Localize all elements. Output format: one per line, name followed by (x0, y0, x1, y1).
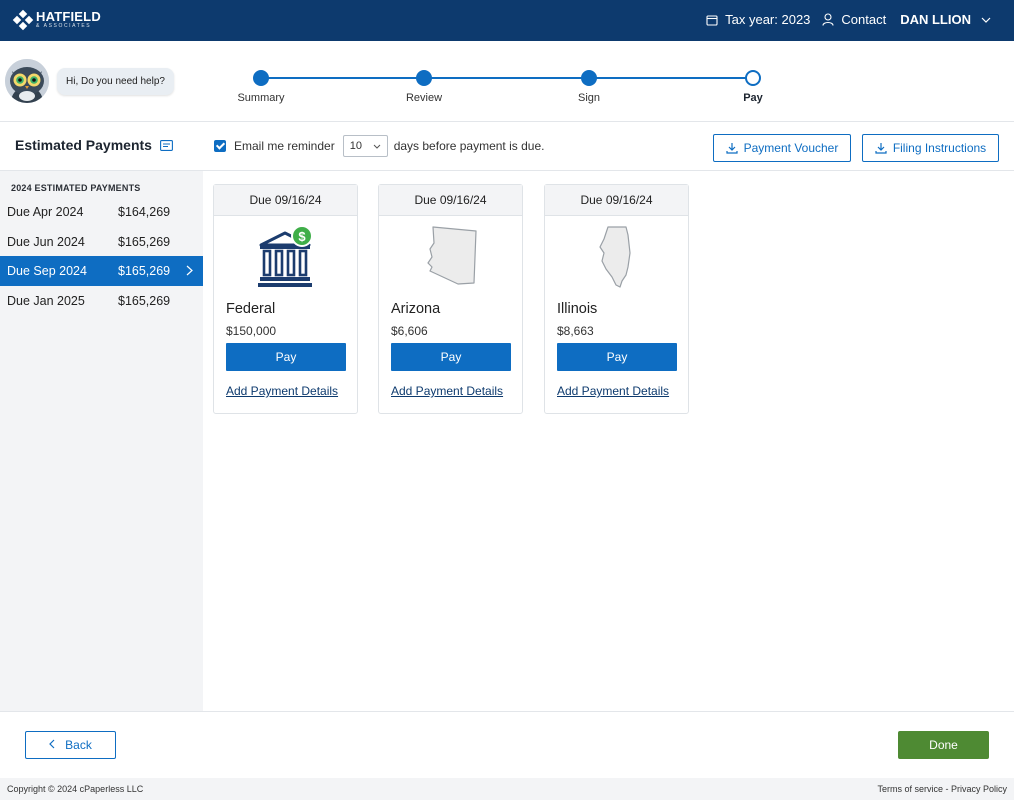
step-dot (581, 70, 597, 86)
payment-voucher-button[interactable]: Payment Voucher (713, 134, 851, 162)
reminder-checkbox[interactable] (214, 140, 226, 152)
payment-card-arizona: Due 09/16/24 Arizona $6,606 Pay Add Paym… (378, 184, 523, 414)
card-jurisdiction-name: Federal (226, 301, 276, 317)
brand-subtitle: & ASSOCIATES (36, 23, 92, 29)
pay-button[interactable]: Pay (391, 343, 511, 371)
pay-button[interactable]: Pay (226, 343, 346, 371)
chevron-right-icon (186, 265, 193, 276)
card-due-date: Due 09/16/24 (545, 185, 688, 216)
chevron-left-icon (49, 738, 55, 752)
copyright-text: Copyright © 2024 cPaperless LLC (7, 784, 144, 794)
card-jurisdiction-name: Illinois (557, 301, 598, 317)
add-payment-details-link[interactable]: Add Payment Details (557, 384, 669, 398)
sidebar-item-label: Due Sep 2024 (7, 264, 87, 278)
legal-links[interactable]: Terms of service - Privacy Policy (877, 784, 1007, 794)
filing-instructions-button[interactable]: Filing Instructions (862, 134, 999, 162)
add-payment-details-link[interactable]: Add Payment Details (391, 384, 503, 398)
filing-instructions-label: Filing Instructions (892, 141, 987, 155)
step-label: Review (405, 92, 443, 104)
brand-name: HATFIELD (36, 9, 101, 24)
calendar-icon (706, 14, 718, 26)
help-bubble[interactable]: Hi, Do you need help? (57, 67, 174, 95)
step-label: Summary (237, 92, 285, 104)
payments-sidebar: 2024 ESTIMATED PAYMENTS Due Apr 2024 $16… (0, 171, 203, 711)
sidebar-item-label: Due Apr 2024 (7, 205, 84, 219)
owl-avatar-icon (5, 59, 49, 103)
sidebar-item-amount: $165,269 (118, 264, 171, 278)
person-icon (822, 13, 834, 26)
card-amount: $150,000 (226, 324, 277, 338)
sidebar-heading: 2024 ESTIMATED PAYMENTS (11, 183, 141, 193)
step-review[interactable]: Review (384, 70, 464, 104)
stepper-line (260, 77, 760, 79)
done-button[interactable]: Done (898, 731, 989, 759)
download-icon (726, 143, 738, 154)
contact-link[interactable]: Contact (822, 12, 886, 27)
pay-button[interactable]: Pay (557, 343, 677, 371)
card-amount: $6,606 (391, 324, 428, 338)
tax-year-label: Tax year: 2023 (725, 12, 811, 27)
sidebar-item-jun-2024[interactable]: Due Jun 2024 $165,269 (0, 227, 203, 257)
payment-voucher-label: Payment Voucher (743, 141, 839, 155)
user-menu[interactable]: DAN LLION (900, 12, 971, 27)
logo-mark-icon (12, 9, 34, 30)
bank-icon: $ (257, 225, 313, 287)
divider (0, 711, 1014, 712)
step-label: Pay (743, 92, 763, 104)
illinois-map-icon (598, 226, 631, 288)
sidebar-item-jan-2025[interactable]: Due Jan 2025 $165,269 (0, 286, 203, 316)
step-pay[interactable]: Pay (713, 70, 793, 104)
sidebar-item-amount: $165,269 (118, 294, 171, 308)
help-assistant[interactable]: Hi, Do you need help? (5, 59, 174, 103)
chevron-down-icon (373, 144, 381, 149)
payment-card-federal: Due 09/16/24 $ Federal $150,000 Pay Add … (213, 184, 358, 414)
download-icon (875, 143, 887, 154)
sidebar-item-label: Due Jan 2025 (7, 294, 85, 308)
svg-text:$: $ (298, 229, 306, 244)
sidebar-item-apr-2024[interactable]: Due Apr 2024 $164,269 (0, 197, 203, 227)
step-label: Sign (577, 92, 601, 104)
reminder-suffix: days before payment is due. (393, 139, 545, 153)
tax-year-selector[interactable]: Tax year: 2023 (706, 12, 810, 27)
reminder-days-value: 10 (349, 140, 362, 152)
step-dot (253, 70, 269, 86)
sidebar-item-sep-2024[interactable]: Due Sep 2024 $165,269 (0, 256, 203, 286)
reminder-control: Email me reminder 10 days before payment… (214, 135, 544, 157)
notes-icon[interactable] (160, 139, 173, 151)
brand-logo[interactable]: HATFIELD & ASSOCIATES (12, 9, 101, 30)
sidebar-item-label: Due Jun 2024 (7, 235, 85, 249)
card-due-date: Due 09/16/24 (379, 185, 522, 216)
reminder-label: Email me reminder (234, 139, 335, 153)
contact-label: Contact (841, 12, 887, 27)
progress-stepper: Summary Review Sign Pay (230, 64, 790, 114)
back-button[interactable]: Back (25, 731, 116, 759)
section-title: Estimated Payments (15, 137, 173, 153)
back-label: Back (65, 738, 92, 752)
section-title-text: Estimated Payments (15, 137, 152, 153)
sidebar-item-amount: $164,269 (118, 205, 171, 219)
chevron-down-icon[interactable] (981, 17, 991, 23)
step-summary[interactable]: Summary (221, 70, 301, 104)
step-dot (416, 70, 432, 86)
card-jurisdiction-name: Arizona (391, 301, 441, 317)
step-dot-current (745, 70, 761, 86)
add-payment-details-link[interactable]: Add Payment Details (226, 384, 338, 398)
reminder-days-select[interactable]: 10 (342, 135, 388, 157)
step-sign[interactable]: Sign (549, 70, 629, 104)
card-amount: $8,663 (557, 324, 594, 338)
payment-card-illinois: Due 09/16/24 Illinois $8,663 Pay Add Pay… (544, 184, 689, 414)
top-bar: HATFIELD & ASSOCIATES Tax year: 2023 Con… (0, 0, 1014, 41)
sidebar-item-amount: $165,269 (118, 235, 171, 249)
page-footer: Copyright © 2024 cPaperless LLC Terms of… (0, 778, 1014, 800)
card-due-date: Due 09/16/24 (214, 185, 357, 216)
divider (0, 121, 1014, 122)
arizona-map-icon (426, 226, 477, 285)
